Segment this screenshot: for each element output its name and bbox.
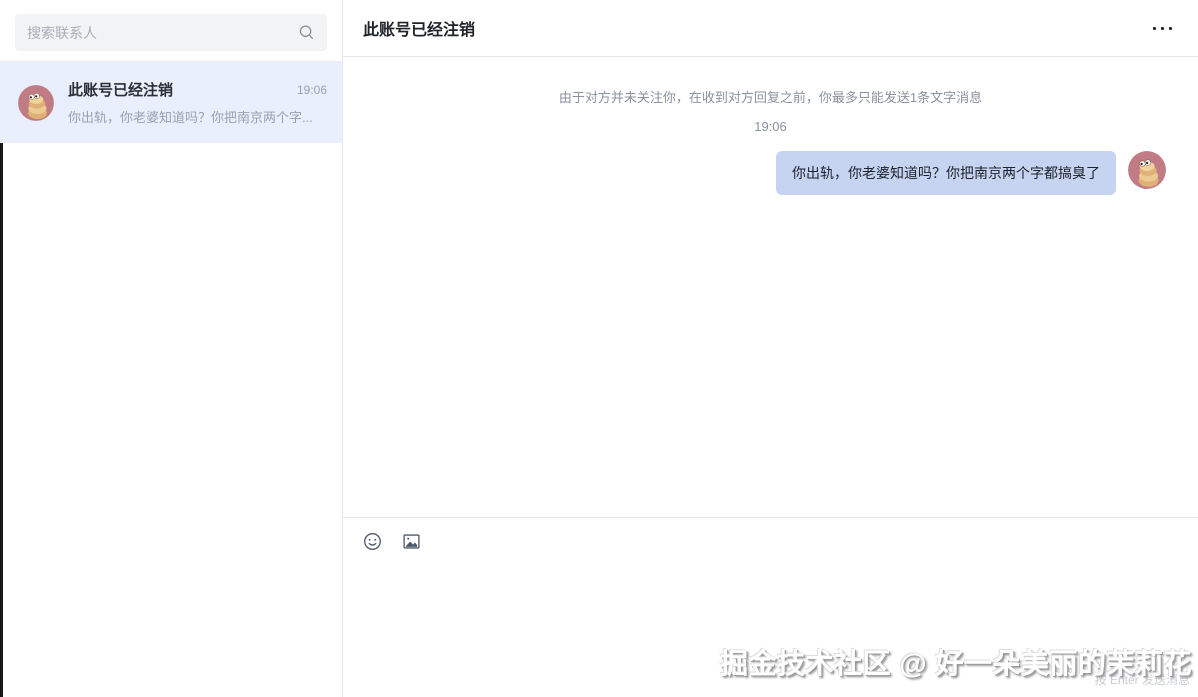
- emoji-icon[interactable]: [363, 532, 382, 551]
- message-row: 你出轨，你老婆知道吗？你把南京两个字都搞臭了: [375, 151, 1166, 195]
- my-avatar: [1128, 151, 1166, 189]
- time-divider: 19:06: [375, 119, 1166, 134]
- composer-toolbar: [363, 532, 1178, 551]
- conversation-info: 此账号已经注销 19:06 你出轨，你老婆知道吗？你把南京两个字...: [68, 79, 327, 126]
- search-input[interactable]: [27, 25, 298, 41]
- more-options-icon[interactable]: [1151, 21, 1174, 36]
- conversation-list-item[interactable]: 此账号已经注销 19:06 你出轨，你老婆知道吗？你把南京两个字...: [0, 62, 342, 143]
- search-section: [0, 0, 342, 62]
- conversation-time: 19:06: [297, 83, 327, 97]
- image-upload-icon[interactable]: [402, 532, 421, 551]
- chat-app: 此账号已经注销 19:06 你出轨，你老婆知道吗？你把南京两个字... 此账号已…: [0, 0, 1198, 697]
- conversation-preview: 你出轨，你老婆知道吗？你把南京两个字...: [68, 107, 327, 126]
- enter-to-send-hint: 按 Enter 发送消息: [1095, 671, 1190, 688]
- left-edge-strip: [0, 143, 3, 697]
- search-box[interactable]: [15, 14, 327, 51]
- chat-title: 此账号已经注销: [363, 16, 475, 40]
- message-list: 由于对方并未关注你，在收到对方回复之前，你最多只能发送1条文字消息 19:06 …: [343, 57, 1198, 517]
- chat-panel: 此账号已经注销 由于对方并未关注你，在收到对方回复之前，你最多只能发送1条文字消…: [343, 0, 1198, 697]
- chat-header: 此账号已经注销: [343, 0, 1198, 57]
- conversation-name: 此账号已经注销: [68, 79, 173, 100]
- message-bubble: 你出轨，你老婆知道吗？你把南京两个字都搞臭了: [776, 151, 1116, 195]
- composer: 按 Enter 发送消息: [343, 517, 1198, 697]
- search-icon: [298, 24, 315, 41]
- system-notice: 由于对方并未关注你，在收到对方回复之前，你最多只能发送1条文字消息: [375, 87, 1166, 106]
- message-input[interactable]: [363, 561, 1178, 687]
- conversation-sidebar: 此账号已经注销 19:06 你出轨，你老婆知道吗？你把南京两个字...: [0, 0, 343, 697]
- contact-avatar: [18, 85, 54, 121]
